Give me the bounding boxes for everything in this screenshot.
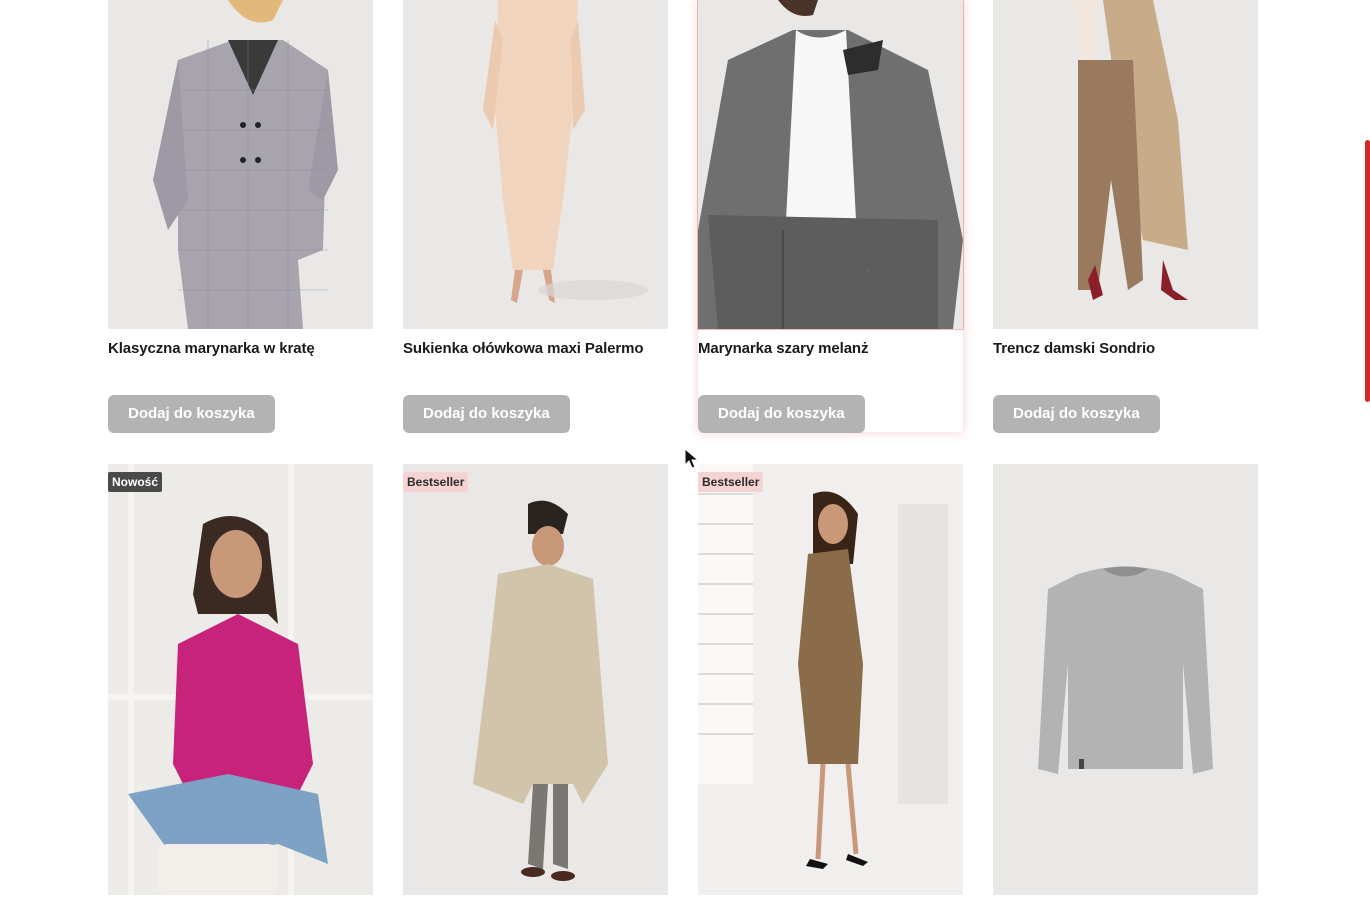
add-to-cart-button[interactable]: Dodaj do koszyka — [403, 395, 570, 433]
add-to-cart-button[interactable]: Dodaj do koszyka — [698, 395, 865, 433]
scrollbar-thumb[interactable] — [1365, 140, 1370, 402]
product-title[interactable]: Marynarka szary melanż — [698, 340, 963, 380]
scrollbar[interactable] — [1364, 0, 1370, 897]
product-image[interactable]: Bestseller — [403, 464, 668, 895]
product-title[interactable]: Sukienka ołówkowa maxi Palermo — [403, 340, 668, 380]
bestseller-badge: Bestseller — [403, 472, 469, 492]
product-image[interactable] — [993, 464, 1258, 895]
product-card[interactable]: Trencz damski Sondrio Dodaj do koszyka — [993, 0, 1258, 433]
bestseller-badge: Bestseller — [698, 472, 764, 492]
new-badge: Nowość — [108, 472, 163, 492]
add-to-cart-button[interactable]: Dodaj do koszyka — [993, 395, 1160, 433]
product-card[interactable] — [993, 464, 1258, 895]
product-title[interactable]: Trencz damski Sondrio — [993, 340, 1258, 380]
product-image[interactable]: Nowość — [108, 464, 373, 895]
product-image[interactable]: Bestseller — [698, 464, 963, 895]
product-image[interactable] — [697, 0, 964, 330]
mouse-cursor-icon — [684, 448, 700, 470]
product-card[interactable]: Bestseller — [403, 464, 668, 895]
product-card[interactable]: Nowość — [108, 464, 373, 895]
add-to-cart-button[interactable]: Dodaj do koszyka — [108, 395, 275, 433]
product-title[interactable]: Klasyczna marynarka w kratę — [108, 340, 373, 380]
product-card[interactable]: Bestseller — [698, 464, 963, 895]
product-image[interactable] — [403, 0, 668, 329]
product-image[interactable] — [993, 0, 1258, 329]
product-card-hovered[interactable]: Marynarka szary melanż Dodaj do koszyka — [697, 0, 964, 433]
product-card[interactable]: Klasyczna marynarka w kratę Dodaj do kos… — [108, 0, 373, 433]
product-card[interactable]: Sukienka ołówkowa maxi Palermo Dodaj do … — [403, 0, 668, 433]
product-image[interactable] — [108, 0, 373, 329]
